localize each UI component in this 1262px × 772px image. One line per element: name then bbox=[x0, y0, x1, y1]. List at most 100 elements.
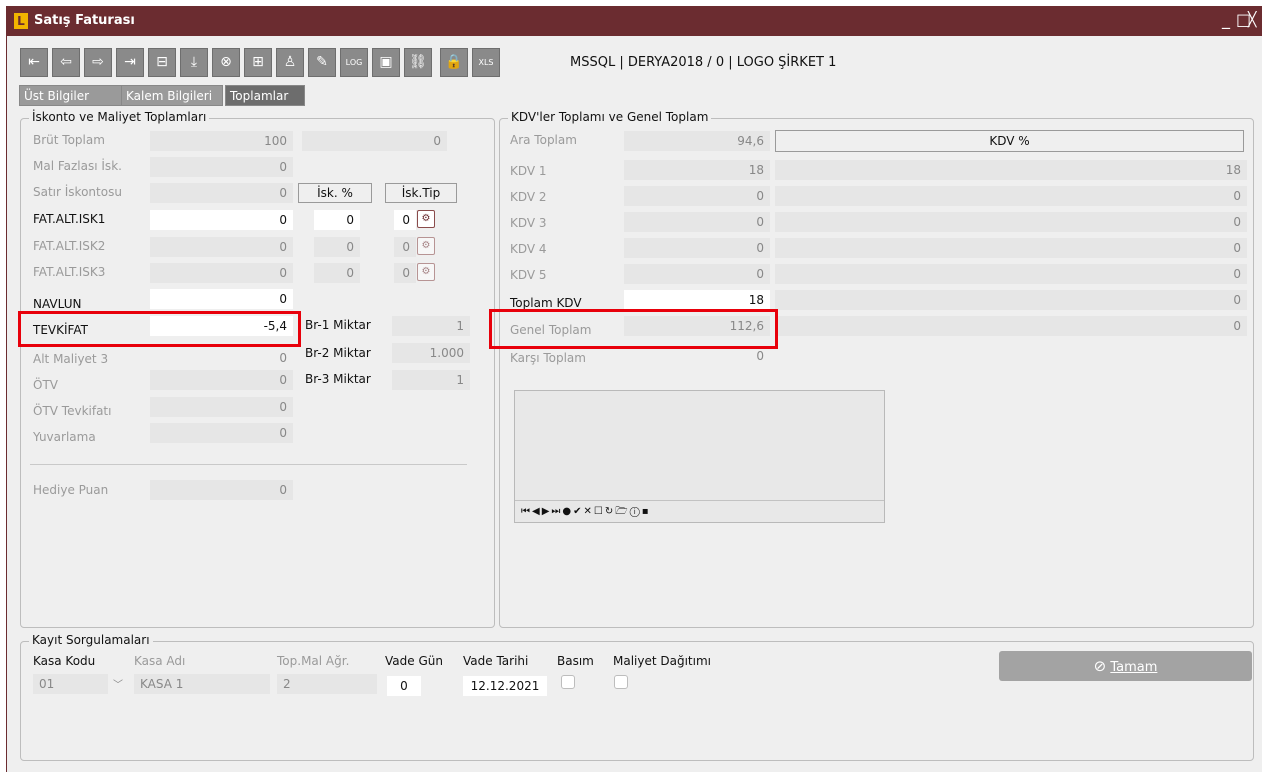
divider bbox=[30, 464, 467, 465]
app-logo-icon: L bbox=[14, 13, 28, 29]
kasa-adi-label: Kasa Adı bbox=[134, 654, 186, 668]
br2-label: Br-2 Miktar bbox=[305, 346, 371, 360]
kdv-field: 0 bbox=[624, 212, 770, 232]
brut-toplam-field: 100 bbox=[150, 131, 293, 151]
kdv-field: 0 bbox=[624, 238, 770, 258]
discount-type-icon: ⚙ bbox=[417, 263, 435, 281]
tab-kalem-bilgileri[interactable]: Kalem Bilgileri bbox=[121, 85, 223, 106]
navlun-field[interactable]: 0 bbox=[150, 289, 293, 309]
karsi-toplam-label: Karşı Toplam bbox=[510, 351, 586, 365]
link-icon[interactable]: ⛓ bbox=[404, 48, 432, 77]
fat-alt-isk3-field: 0 bbox=[150, 263, 293, 283]
prev-record-icon[interactable]: ⇦ bbox=[52, 48, 80, 77]
fat-alt-isk2-field: 0 bbox=[150, 237, 293, 257]
cancel-icon[interactable]: ⊗ bbox=[212, 48, 240, 77]
download-icon[interactable]: ⤓ bbox=[180, 48, 208, 77]
br3-field: 1 bbox=[392, 370, 470, 390]
add-icon[interactable]: ⊞ bbox=[244, 48, 272, 77]
isk-tip-header: İsk.Tip bbox=[385, 183, 457, 203]
mal-fazlasi-field: 0 bbox=[150, 157, 293, 177]
hediye-puan-label: Hediye Puan bbox=[33, 483, 109, 497]
fat-alt-isk1-field[interactable]: 0 bbox=[150, 210, 293, 230]
yuvarlama-label: Yuvarlama bbox=[33, 430, 96, 444]
log-icon[interactable]: LOG bbox=[340, 48, 368, 77]
maliyet-dagitimi-checkbox[interactable] bbox=[614, 675, 628, 689]
fat-alt-isk3-label: FAT.ALT.ISK3 bbox=[33, 265, 106, 279]
br3-label: Br-3 Miktar bbox=[305, 372, 371, 386]
kdv-label: KDV 4 bbox=[510, 242, 547, 256]
genel-toplam-highlight bbox=[489, 309, 778, 349]
kdv-pct-field: 0 bbox=[775, 264, 1247, 284]
window-title: Satış Faturası bbox=[34, 13, 135, 28]
vade-tarihi-field[interactable]: 12.12.2021 bbox=[463, 676, 547, 696]
kdv-label: KDV 3 bbox=[510, 216, 547, 230]
tab-toplamlar[interactable]: Toplamlar bbox=[225, 85, 305, 106]
next-record-icon[interactable]: ⇨ bbox=[84, 48, 112, 77]
minus-icon[interactable]: ⊟ bbox=[148, 48, 176, 77]
toplam-kdv-pct-field: 0 bbox=[775, 290, 1247, 310]
kdv-pct-field: 0 bbox=[775, 212, 1247, 232]
alt-maliyet3-label: Alt Maliyet 3 bbox=[33, 352, 109, 366]
alt-maliyet3-field: 0 bbox=[279, 351, 287, 365]
satir-iskontosu-field: 0 bbox=[150, 183, 293, 203]
otv-tevkifati-field: 0 bbox=[150, 397, 293, 417]
otv-field: 0 bbox=[150, 370, 293, 390]
tevkifat-highlight bbox=[18, 311, 301, 347]
chevron-down-icon[interactable]: ﹀ bbox=[113, 676, 123, 691]
maliyet-dagitimi-label: Maliyet Dağıtımı bbox=[613, 654, 711, 668]
kdv-pct-header: KDV % bbox=[775, 130, 1244, 152]
fat-alt-isk2-label: FAT.ALT.ISK2 bbox=[33, 239, 106, 253]
edit-icon[interactable]: ✎ bbox=[308, 48, 336, 77]
kdv-field: 18 bbox=[624, 160, 770, 180]
fat-alt-isk2-tip-field: 0 bbox=[394, 237, 416, 257]
top-mal-agr-label: Top.Mal Ağr. bbox=[277, 654, 350, 668]
minimize-button[interactable]: _ bbox=[1222, 11, 1230, 29]
last-record-icon[interactable]: ⇥ bbox=[116, 48, 144, 77]
title-bar: L Satış Faturası _ □ ╳ bbox=[6, 6, 1262, 36]
tab-ust-bilgiler[interactable]: Üst Bilgiler bbox=[19, 85, 129, 106]
toplam-kdv-field: 18 bbox=[624, 290, 770, 310]
top-mal-agr-field: 2 bbox=[277, 674, 377, 694]
kdv-field: 0 bbox=[624, 264, 770, 284]
server-info: MSSQL | DERYA2018 / 0 | LOGO ŞİRKET 1 bbox=[570, 55, 837, 70]
memo-navigator[interactable]: ⏮◀▶⏭●✔✕☐↻🗁ⓘ▪ bbox=[515, 500, 884, 522]
br1-label: Br-1 Miktar bbox=[305, 318, 371, 332]
check-circle-icon: ⊘ bbox=[1093, 657, 1107, 675]
otv-label: ÖTV bbox=[33, 378, 58, 392]
close-button[interactable]: ╳ bbox=[1248, 11, 1256, 29]
kdv-label: KDV 2 bbox=[510, 190, 547, 204]
vade-tarihi-label: Vade Tarihi bbox=[463, 654, 529, 668]
memo-panel[interactable]: ⏮◀▶⏭●✔✕☐↻🗁ⓘ▪ bbox=[514, 390, 885, 523]
discount-type-icon: ⚙ bbox=[417, 237, 435, 255]
kdv-pct-field: 18 bbox=[775, 160, 1247, 180]
kdv-pct-field: 0 bbox=[775, 186, 1247, 206]
fat-alt-isk1-pct-field[interactable]: 0 bbox=[314, 210, 360, 230]
document-icon[interactable]: ▣ bbox=[372, 48, 400, 77]
mal-fazlasi-label: Mal Fazlası İsk. bbox=[33, 159, 122, 173]
vade-gun-field[interactable]: 0 bbox=[387, 676, 421, 696]
satir-iskontosu-label: Satır İskontosu bbox=[33, 185, 122, 199]
basim-label: Basım bbox=[557, 654, 594, 668]
discount-type-icon[interactable]: ⚙ bbox=[417, 210, 435, 228]
kasa-kodu-select[interactable]: 01 bbox=[33, 674, 108, 694]
first-record-icon[interactable]: ⇤ bbox=[20, 48, 48, 77]
fat-alt-isk1-label: FAT.ALT.ISK1 bbox=[33, 212, 106, 226]
user-icon[interactable]: ♙ bbox=[276, 48, 304, 77]
group-title: KDV'ler Toplamı ve Genel Toplam bbox=[508, 110, 712, 124]
xls-icon[interactable]: XLS bbox=[472, 48, 500, 77]
yuvarlama-field: 0 bbox=[150, 423, 293, 443]
group-title: İskonto ve Maliyet Toplamları bbox=[29, 110, 210, 124]
lock-icon[interactable]: 🔒 bbox=[440, 48, 468, 77]
tamam-button[interactable]: ⊘ Tamam bbox=[999, 651, 1252, 681]
fat-alt-isk1-tip-field[interactable]: 0 bbox=[394, 210, 416, 230]
br2-field: 1.000 bbox=[392, 343, 470, 363]
kdv-pct-field: 0 bbox=[775, 238, 1247, 258]
basim-checkbox[interactable] bbox=[561, 675, 575, 689]
fat-alt-isk3-tip-field: 0 bbox=[394, 263, 416, 283]
genel-toplam-pct-field: 0 bbox=[775, 316, 1247, 336]
brut-toplam-label: Brüt Toplam bbox=[33, 133, 105, 147]
kasa-adi-field: KASA 1 bbox=[134, 674, 270, 694]
kdv-label: KDV 1 bbox=[510, 164, 547, 178]
kdv-label: KDV 5 bbox=[510, 268, 547, 282]
otv-tevkifati-label: ÖTV Tevkifatı bbox=[33, 404, 112, 418]
